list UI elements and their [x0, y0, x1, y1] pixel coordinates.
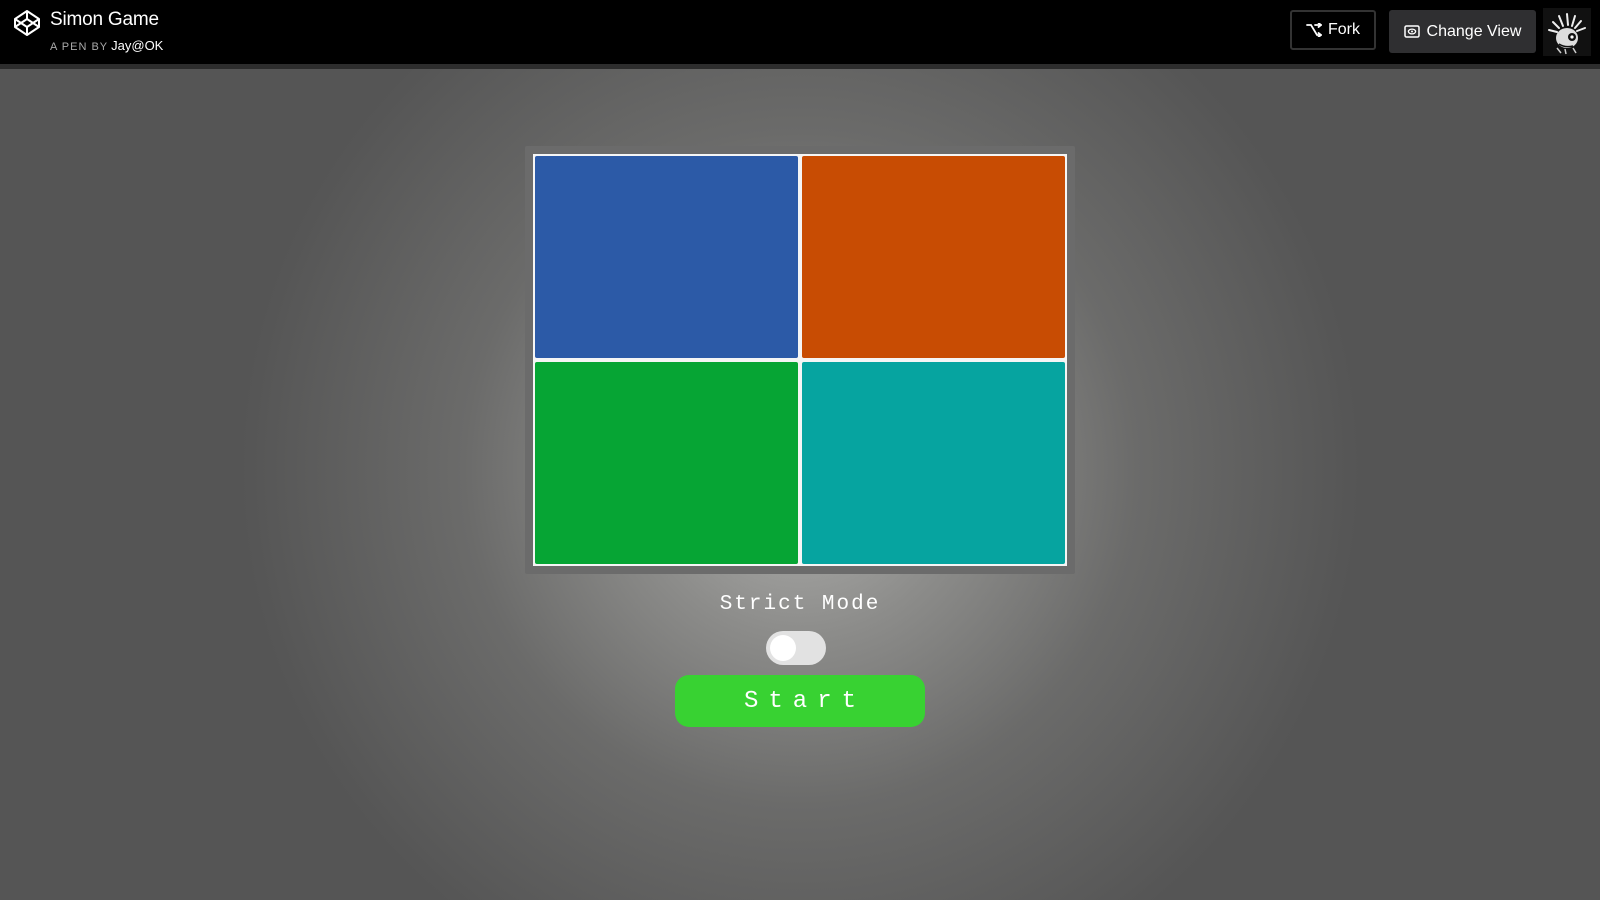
byline-prefix: A PEN BY	[50, 41, 109, 53]
strict-mode-toggle[interactable]	[766, 631, 826, 665]
fork-label: Fork	[1328, 21, 1360, 38]
toggle-knob	[770, 635, 796, 661]
user-avatar[interactable]	[1543, 8, 1591, 56]
change-view-button[interactable]: Change View	[1389, 10, 1536, 53]
pad-teal[interactable]	[802, 362, 1065, 564]
fork-icon	[1306, 23, 1322, 37]
author-link[interactable]: Jay@OK	[111, 38, 163, 53]
change-view-label: Change View	[1426, 22, 1522, 40]
game-stage: Strict Mode Start	[0, 69, 1600, 900]
pad-green[interactable]	[535, 362, 798, 564]
board-inner	[533, 154, 1067, 566]
eye-icon	[1403, 25, 1420, 38]
pen-title: Simon Game	[50, 9, 159, 30]
fork-button[interactable]: Fork	[1290, 10, 1376, 50]
pen-byline: A PEN BY Jay@OK	[50, 38, 163, 53]
pad-orange[interactable]	[802, 156, 1065, 358]
avatar-image	[1548, 13, 1586, 55]
simon-board	[525, 146, 1075, 574]
pad-blue[interactable]	[535, 156, 798, 358]
top-bar: Simon Game A PEN BY Jay@OK Fork Change Vi…	[0, 0, 1600, 69]
codepen-icon[interactable]	[13, 9, 41, 37]
start-button[interactable]: Start	[675, 675, 925, 727]
strict-mode-label: Strict Mode	[719, 593, 881, 616]
